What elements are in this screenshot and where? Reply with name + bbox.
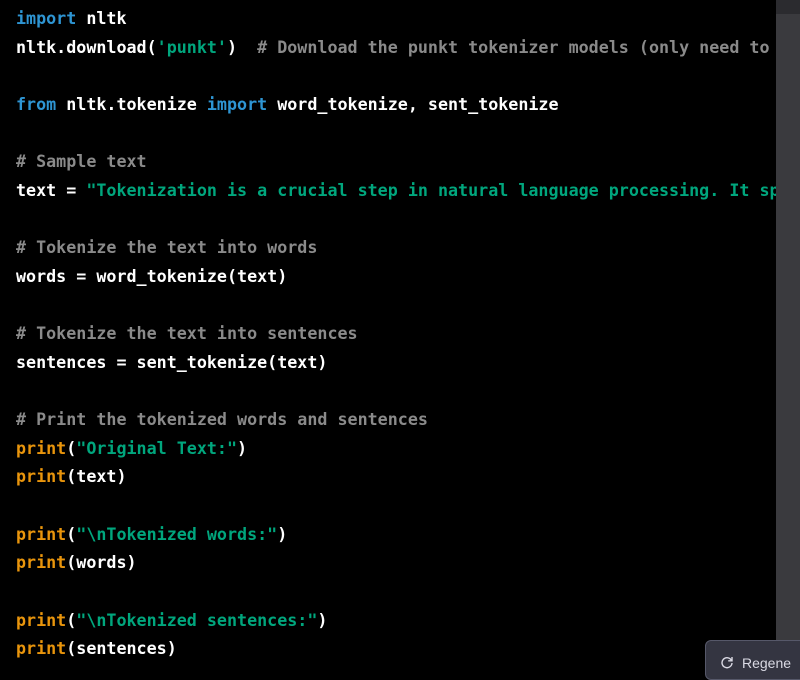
code-comment: # Tokenize the text into words — [16, 237, 318, 257]
code-line-4: # Sample text — [16, 151, 147, 171]
keyword-import: import — [206, 94, 268, 114]
string-literal: "Original Text:" — [76, 438, 238, 458]
code-line-10: # Print the tokenized words and sentence… — [16, 409, 428, 429]
code-comment: # Print the tokenized words and sentence… — [16, 409, 428, 429]
scrollbar-thumb[interactable] — [776, 0, 800, 14]
code-line-5: text = "Tokenization is a crucial step i… — [16, 180, 776, 200]
code-text: text = — [16, 180, 87, 200]
code-line-1: import nltk — [16, 8, 127, 28]
code-line-9: sentences = sent_tokenize(text) — [16, 352, 327, 372]
code-text: ) — [237, 438, 248, 458]
code-text: ( — [66, 610, 77, 630]
string-literal: "\nTokenized sentences:" — [76, 610, 318, 630]
code-line-11: print("Original Text:") — [16, 438, 247, 458]
code-line-3: from nltk.tokenize import word_tokenize,… — [16, 94, 559, 114]
builtin-print: print — [16, 466, 67, 486]
code-text: words = word_tokenize(text) — [16, 266, 288, 286]
refresh-icon — [721, 657, 733, 669]
regenerate-label: Regene — [742, 655, 792, 671]
code-text: ( — [66, 524, 77, 544]
code-line-8: # Tokenize the text into sentences — [16, 323, 358, 343]
builtin-print: print — [16, 524, 67, 544]
code-text: (text) — [66, 466, 127, 486]
vertical-scrollbar[interactable] — [776, 0, 800, 665]
string-literal: 'punkt' — [156, 37, 227, 57]
code-line-15: print("\nTokenized sentences:") — [16, 610, 327, 630]
code-line-14: print(words) — [16, 552, 137, 572]
builtin-print: print — [16, 638, 67, 658]
keyword-import: import — [16, 8, 77, 28]
code-text: sentences = sent_tokenize(text) — [16, 352, 328, 372]
code-comment: # Download the punkt tokenizer models (o… — [257, 37, 770, 57]
code-line-13: print("\nTokenized words:") — [16, 524, 287, 544]
code-text: ) — [317, 610, 328, 630]
string-literal: "Tokenization is a crucial step in natur… — [86, 180, 776, 200]
code-line-16: print(sentences) — [16, 638, 177, 658]
code-line-2: nltk.download('punkt') # Download the pu… — [16, 37, 770, 57]
code-block: import nltk nltk.download('punkt') # Dow… — [0, 0, 776, 665]
code-text: nltk.tokenize — [56, 94, 207, 114]
code-comment: # Sample text — [16, 151, 147, 171]
string-literal: "\nTokenized words:" — [76, 524, 278, 544]
code-line-6: # Tokenize the text into words — [16, 237, 317, 257]
code-comment: # Tokenize the text into sentences — [16, 323, 358, 343]
code-line-12: print(text) — [16, 466, 127, 486]
code-text: ) — [226, 37, 258, 57]
code-text: nltk.download( — [16, 37, 157, 57]
regenerate-button[interactable]: Regene — [705, 640, 800, 680]
code-text: word_tokenize, sent_tokenize — [267, 94, 559, 114]
code-text: nltk — [76, 8, 127, 28]
builtin-print: print — [16, 438, 67, 458]
keyword-from: from — [16, 94, 57, 114]
builtin-print: print — [16, 610, 67, 630]
code-text: (words) — [66, 552, 137, 572]
code-text: ) — [277, 524, 288, 544]
builtin-print: print — [16, 552, 67, 572]
code-text: (sentences) — [66, 638, 177, 658]
code-line-7: words = word_tokenize(text) — [16, 266, 287, 286]
code-text: ( — [66, 438, 77, 458]
